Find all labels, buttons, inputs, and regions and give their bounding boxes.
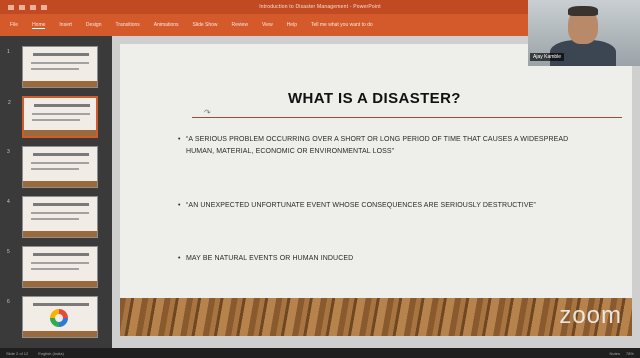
wood-footer-band <box>120 298 632 336</box>
presenter-hair <box>568 6 598 16</box>
thumb-text-line <box>32 113 90 115</box>
slide-number: 3 <box>7 149 10 155</box>
zoom-level[interactable]: 78% <box>626 351 634 356</box>
thumb-text-line <box>31 218 79 220</box>
thumb-title-line <box>33 203 89 206</box>
slide-thumbnail[interactable]: 6 <box>7 296 98 338</box>
slide-thumbnail[interactable]: 4 <box>7 196 98 238</box>
slide-thumbnail[interactable]: 5 <box>7 246 98 288</box>
slide-title[interactable]: WHAT IS A DISASTER? <box>288 90 461 107</box>
slide-editor-area: WHAT IS A DISASTER? ↷ • “A SERIOUS PROBL… <box>112 36 640 348</box>
ribbon-tab[interactable]: View <box>262 22 273 28</box>
slide-thumbnail-pane[interactable]: 1 2 3 4 5 6 <box>0 36 112 348</box>
bullet-text: “AN UNEXPECTED UNFORTUNATE EVENT WHOSE C… <box>186 202 536 209</box>
title-divider <box>192 117 622 118</box>
bullet-icon: • <box>178 202 181 209</box>
notes-button[interactable]: Notes <box>610 351 620 356</box>
slide-thumbnail[interactable]: 3 <box>7 146 98 188</box>
zoom-watermark: zoom <box>559 302 622 329</box>
thumb-text-line <box>31 268 79 270</box>
bullet-icon: • <box>178 136 181 143</box>
app-window: Introduction to Disaster Management - Po… <box>0 0 640 358</box>
slide-number: 4 <box>7 199 10 205</box>
cycle-diagram-icon <box>50 309 68 327</box>
thumb-text-line <box>31 262 89 264</box>
ribbon-tab[interactable]: Help <box>287 22 297 28</box>
bullet-item[interactable]: • “AN UNEXPECTED UNFORTUNATE EVENT WHOSE… <box>178 200 586 212</box>
thumb-text-line <box>32 119 80 121</box>
thumb-wood-band <box>23 181 97 187</box>
slide-counter: Slide 2 of 12 <box>6 350 29 356</box>
ribbon-tab[interactable]: Review <box>232 22 248 28</box>
thumb-text-line <box>31 68 79 70</box>
thumb-title-line <box>33 153 89 156</box>
thumb-text-line <box>31 168 79 170</box>
mouse-cursor-icon: ↷ <box>204 108 211 117</box>
thumb-wood-band <box>23 331 97 337</box>
thumb-text-line <box>31 62 89 64</box>
thumb-wood-band <box>24 130 96 136</box>
thumb-title-line <box>33 253 89 256</box>
bullet-text: “A SERIOUS PROBLEM OCCURRING OVER A SHOR… <box>186 136 569 155</box>
ribbon-tab[interactable]: File <box>10 22 18 28</box>
bullet-item[interactable]: • MAY BE NATURAL EVENTS OR HUMAN INDUCED <box>178 253 586 265</box>
status-right-group: Notes 78% <box>610 351 634 356</box>
slide-thumbnail[interactable]: 2 <box>8 96 98 138</box>
thumb-title-line <box>34 104 90 107</box>
slide-number: 1 <box>7 49 10 55</box>
ribbon-tab[interactable]: Transitions <box>116 22 140 28</box>
thumb-wood-band <box>23 231 97 237</box>
bullet-icon: • <box>178 255 181 262</box>
ribbon-tab[interactable]: Insert <box>59 22 72 28</box>
bullet-item[interactable]: • “A SERIOUS PROBLEM OCCURRING OVER A SH… <box>178 134 586 158</box>
ribbon-tab[interactable]: Design <box>86 22 102 28</box>
thumb-wood-band <box>23 281 97 287</box>
ribbon-tab[interactable]: Slide Show <box>193 22 218 28</box>
slide-thumbnail[interactable]: 1 <box>7 46 98 88</box>
slide-number: 6 <box>7 299 10 305</box>
language-indicator[interactable]: English (India) <box>38 351 64 356</box>
webcam-video-tile[interactable]: Ajay Kamble <box>528 0 640 66</box>
thumb-text-line <box>31 162 89 164</box>
status-bar: Slide 2 of 12 English (India) Notes 78% <box>0 348 640 358</box>
ribbon-tab[interactable]: Animations <box>154 22 179 28</box>
ribbon-tab[interactable]: Home <box>32 22 46 29</box>
thumb-title-line <box>33 53 89 56</box>
ribbon-tab[interactable]: Tell me what you want to do <box>311 22 373 28</box>
slide-number: 2 <box>8 100 11 106</box>
slide-number: 5 <box>7 249 10 255</box>
bullet-text: MAY BE NATURAL EVENTS OR HUMAN INDUCED <box>186 255 354 262</box>
current-slide[interactable]: WHAT IS A DISASTER? ↷ • “A SERIOUS PROBL… <box>120 44 632 336</box>
thumb-text-line <box>31 212 89 214</box>
participant-name: Ajay Kamble <box>530 53 565 61</box>
thumb-title-line <box>33 303 89 306</box>
thumb-wood-band <box>23 81 97 87</box>
